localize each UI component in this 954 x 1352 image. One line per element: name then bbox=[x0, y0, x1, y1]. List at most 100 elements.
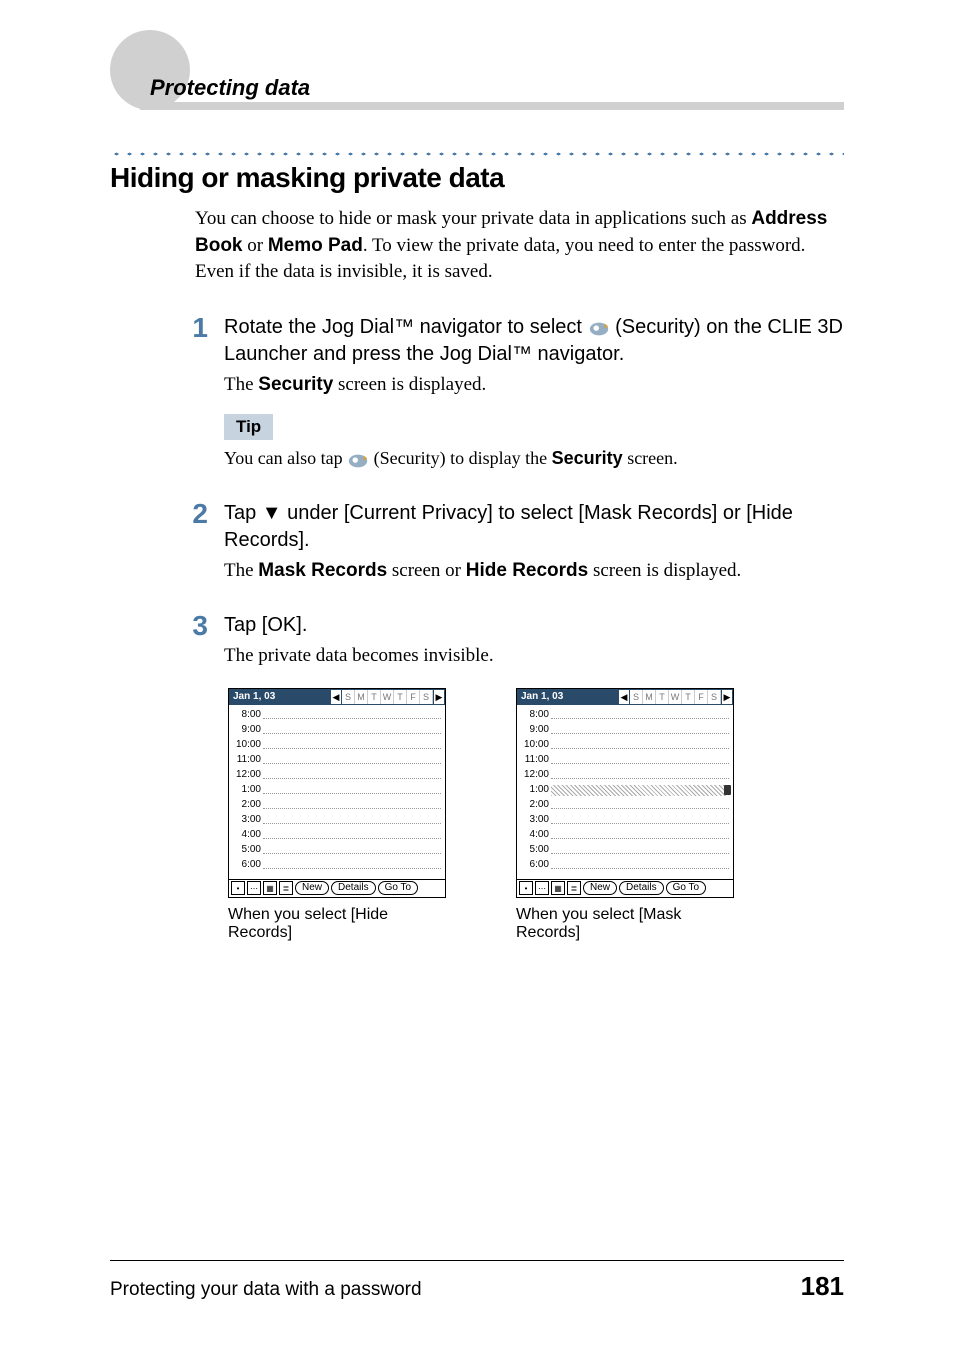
schedule-line[interactable] bbox=[263, 733, 441, 734]
time: 2:00 bbox=[233, 799, 263, 810]
step-2-bold-1: Mask Records bbox=[258, 560, 387, 581]
step-1: 1 Rotate the Jog Dial™ navigator to sele… bbox=[188, 314, 844, 472]
view-icon-1[interactable]: • bbox=[519, 881, 533, 895]
schedule-line[interactable] bbox=[263, 763, 441, 764]
view-icon-1[interactable]: • bbox=[231, 881, 245, 895]
day[interactable]: T bbox=[682, 690, 695, 704]
header-title: Protecting data bbox=[150, 75, 310, 101]
nav-right-icon[interactable]: ▶ bbox=[434, 690, 444, 704]
intro-bold-2: Memo Pad bbox=[268, 235, 363, 256]
time: 1:00 bbox=[233, 784, 263, 795]
palm-date: Jan 1, 03 bbox=[229, 691, 279, 702]
day[interactable]: T bbox=[656, 690, 669, 704]
dotted-divider bbox=[110, 150, 844, 158]
view-icon-2[interactable]: ⋯ bbox=[247, 881, 261, 895]
day[interactable]: S bbox=[420, 690, 433, 704]
palm-days: S M T W T F S bbox=[630, 690, 721, 704]
details-button[interactable]: Details bbox=[331, 881, 376, 895]
schedule-line[interactable] bbox=[263, 793, 441, 794]
caption-hide: When you select [Hide Records] bbox=[228, 906, 446, 942]
day[interactable]: W bbox=[669, 690, 682, 704]
view-icon-3[interactable]: ▦ bbox=[551, 881, 565, 895]
details-button[interactable]: Details bbox=[619, 881, 664, 895]
tip-before-icon: You can also tap bbox=[224, 448, 347, 468]
schedule-line[interactable] bbox=[551, 778, 729, 779]
schedule-line[interactable] bbox=[551, 718, 729, 719]
time: 3:00 bbox=[233, 814, 263, 825]
time: 12:00 bbox=[521, 769, 551, 780]
day[interactable]: S bbox=[708, 690, 721, 704]
schedule-line[interactable] bbox=[551, 748, 729, 749]
day[interactable]: F bbox=[695, 690, 708, 704]
tip-end: screen. bbox=[623, 448, 678, 468]
schedule-line[interactable] bbox=[263, 778, 441, 779]
step-3-sub: The private data becomes invisible. bbox=[224, 643, 844, 670]
screenshot-mask: Jan 1, 03 ◀ S M T W T F S ▶ 8:00 bbox=[516, 688, 734, 942]
time: 4:00 bbox=[521, 829, 551, 840]
view-icon-4[interactable]: ≣ bbox=[567, 881, 581, 895]
time: 10:00 bbox=[521, 739, 551, 750]
footer-title: Protecting your data with a password bbox=[110, 1279, 422, 1301]
time: 4:00 bbox=[233, 829, 263, 840]
view-icon-2[interactable]: ⋯ bbox=[535, 881, 549, 895]
time: 10:00 bbox=[233, 739, 263, 750]
goto-button[interactable]: Go To bbox=[666, 881, 707, 895]
schedule-line[interactable] bbox=[263, 838, 441, 839]
tip-text: You can also tap (Security) to display t… bbox=[224, 446, 844, 471]
schedule-line[interactable] bbox=[263, 718, 441, 719]
goto-button[interactable]: Go To bbox=[378, 881, 419, 895]
time: 11:00 bbox=[233, 754, 263, 765]
masked-record[interactable] bbox=[551, 785, 729, 796]
tip-after-icon: (Security) to display the bbox=[369, 448, 551, 468]
schedule-line[interactable] bbox=[551, 763, 729, 764]
nav-left-icon[interactable]: ◀ bbox=[619, 690, 629, 704]
step-2-main: Tap ▼ under [Current Privacy] to select … bbox=[224, 500, 844, 554]
schedule-line[interactable] bbox=[263, 808, 441, 809]
schedule-line[interactable] bbox=[263, 868, 441, 869]
palm-rows: 8:00 9:00 10:00 11:00 12:00 1:00 2:00 3:… bbox=[229, 705, 445, 879]
schedule-line[interactable] bbox=[551, 853, 729, 854]
schedule-line[interactable] bbox=[263, 823, 441, 824]
day[interactable]: T bbox=[368, 690, 381, 704]
footer: Protecting your data with a password 181 bbox=[110, 1260, 844, 1302]
view-icon-3[interactable]: ▦ bbox=[263, 881, 277, 895]
palm-titlebar: Jan 1, 03 ◀ S M T W T F S ▶ bbox=[517, 689, 733, 705]
step-body: Rotate the Jog Dial™ navigator to select… bbox=[224, 314, 844, 472]
security-lock-icon bbox=[347, 450, 369, 470]
palm-titlebar: Jan 1, 03 ◀ S M T W T F S ▶ bbox=[229, 689, 445, 705]
time: 6:00 bbox=[521, 859, 551, 870]
step-1-sub-after: screen is displayed. bbox=[333, 374, 486, 395]
new-button[interactable]: New bbox=[295, 881, 329, 895]
time: 8:00 bbox=[521, 709, 551, 720]
step-1-main: Rotate the Jog Dial™ navigator to select… bbox=[224, 314, 844, 368]
day[interactable]: M bbox=[643, 690, 656, 704]
step-1-sub-before: The bbox=[224, 374, 258, 395]
schedule-line[interactable] bbox=[263, 748, 441, 749]
palm-date: Jan 1, 03 bbox=[517, 691, 567, 702]
day[interactable]: M bbox=[355, 690, 368, 704]
day[interactable]: F bbox=[407, 690, 420, 704]
screenshot-hide: Jan 1, 03 ◀ S M T W T F S ▶ 8:00 bbox=[228, 688, 446, 942]
schedule-line[interactable] bbox=[551, 838, 729, 839]
schedule-line[interactable] bbox=[551, 808, 729, 809]
palm-rows: 8:00 9:00 10:00 11:00 12:00 1:00 2:00 3:… bbox=[517, 705, 733, 879]
day[interactable]: S bbox=[342, 690, 355, 704]
nav-right-icon[interactable]: ▶ bbox=[722, 690, 732, 704]
new-button[interactable]: New bbox=[583, 881, 617, 895]
step-2-bold-2: Hide Records bbox=[466, 560, 588, 581]
day[interactable]: T bbox=[394, 690, 407, 704]
palm-bottombar: • ⋯ ▦ ≣ New Details Go To bbox=[517, 879, 733, 897]
step-1-main-before: Rotate the Jog Dial™ navigator to select bbox=[224, 316, 588, 338]
nav-left-icon[interactable]: ◀ bbox=[331, 690, 341, 704]
schedule-line[interactable] bbox=[551, 868, 729, 869]
step-body: Tap [OK]. The private data becomes invis… bbox=[224, 612, 844, 670]
palm-days: S M T W T F S bbox=[342, 690, 433, 704]
schedule-line[interactable] bbox=[551, 823, 729, 824]
tip-label: Tip bbox=[224, 414, 273, 440]
schedule-line[interactable] bbox=[263, 853, 441, 854]
day[interactable]: S bbox=[630, 690, 643, 704]
schedule-line[interactable] bbox=[551, 733, 729, 734]
time: 8:00 bbox=[233, 709, 263, 720]
day[interactable]: W bbox=[381, 690, 394, 704]
view-icon-4[interactable]: ≣ bbox=[279, 881, 293, 895]
